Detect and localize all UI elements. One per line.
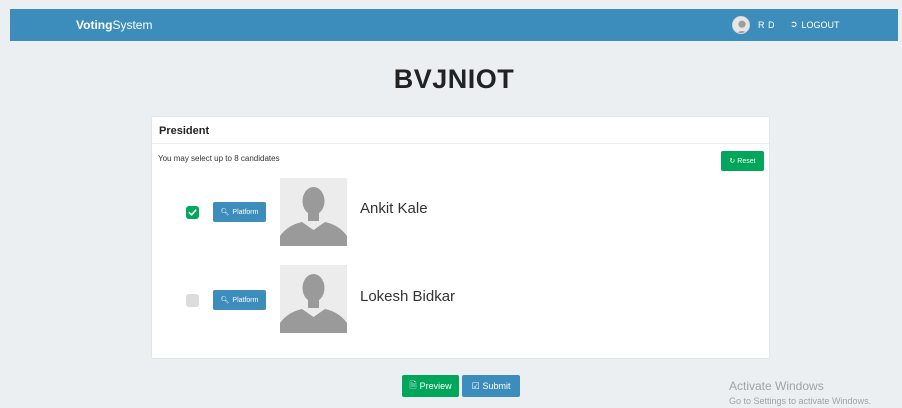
preview-label: Preview — [419, 381, 452, 391]
activate-windows-watermark: Activate Windows Go to Settings to activ… — [729, 379, 871, 406]
file-icon: 🗎︎ — [409, 380, 417, 390]
logout-label: LOGOUT — [801, 19, 840, 30]
preview-button[interactable]: 🗎︎ Preview — [402, 375, 459, 397]
platform-button[interactable]: 🔍︎ Platform — [213, 202, 266, 222]
check-icon — [188, 209, 197, 216]
candidate-row: 🔍︎ Platform Lokesh Bidkar — [152, 265, 769, 335]
watermark-subtitle: Go to Settings to activate Windows. — [729, 396, 872, 406]
submit-label: Submit — [482, 381, 511, 391]
brand-rest-text: System — [112, 18, 153, 32]
platform-label: Platform — [232, 208, 259, 216]
avatar — [732, 16, 750, 34]
candidate-photo — [280, 265, 347, 333]
candidate-name: Ankit Kale — [360, 200, 428, 217]
candidate-row: 🔍︎ Platform Ankit Kale — [152, 178, 769, 248]
candidate-photo — [280, 178, 347, 246]
ballot-box: President You may select up to 8 candida… — [151, 116, 770, 359]
submit-button[interactable]: ☑ Submit — [462, 375, 520, 397]
page-title: BVJNIOT — [393, 64, 515, 94]
platform-button[interactable]: 🔍︎ Platform — [213, 290, 266, 310]
reset-label: Reset — [737, 157, 756, 165]
ballot-header: President — [152, 117, 769, 144]
candidate-name: Lokesh Bidkar — [360, 288, 456, 305]
user-menu[interactable]: R D — [732, 15, 775, 35]
user-name: R D — [758, 20, 775, 30]
logout-link[interactable]: ➲ LOGOUT — [790, 19, 840, 30]
sign-out-icon: ➲ — [790, 19, 798, 29]
selection-hint: You may select up to 8 candidates — [158, 154, 280, 163]
search-icon: 🔍︎ — [220, 297, 230, 304]
brand-bold-text: Voting — [76, 18, 113, 32]
platform-label: Platform — [232, 296, 259, 304]
ballot-actions: 🗎︎ Preview ☑ Submit — [402, 375, 520, 397]
candidate-checkbox[interactable] — [186, 294, 199, 307]
refresh-icon: ↻ — [729, 158, 736, 165]
watermark-title: Activate Windows — [729, 379, 824, 393]
position-title: President — [159, 125, 210, 137]
search-icon: 🔍︎ — [220, 209, 230, 216]
person-silhouette-icon — [280, 178, 347, 246]
candidate-checkbox[interactable] — [186, 206, 199, 219]
person-silhouette-icon — [280, 265, 347, 333]
top-navbar: VotingSystem R D ➲ LOGOUT — [10, 9, 898, 41]
reset-button[interactable]: ↻ Reset — [721, 151, 764, 171]
check-square-icon: ☑ — [471, 380, 480, 391]
app-brand[interactable]: VotingSystem — [76, 18, 152, 32]
user-silhouette-icon — [733, 17, 749, 33]
